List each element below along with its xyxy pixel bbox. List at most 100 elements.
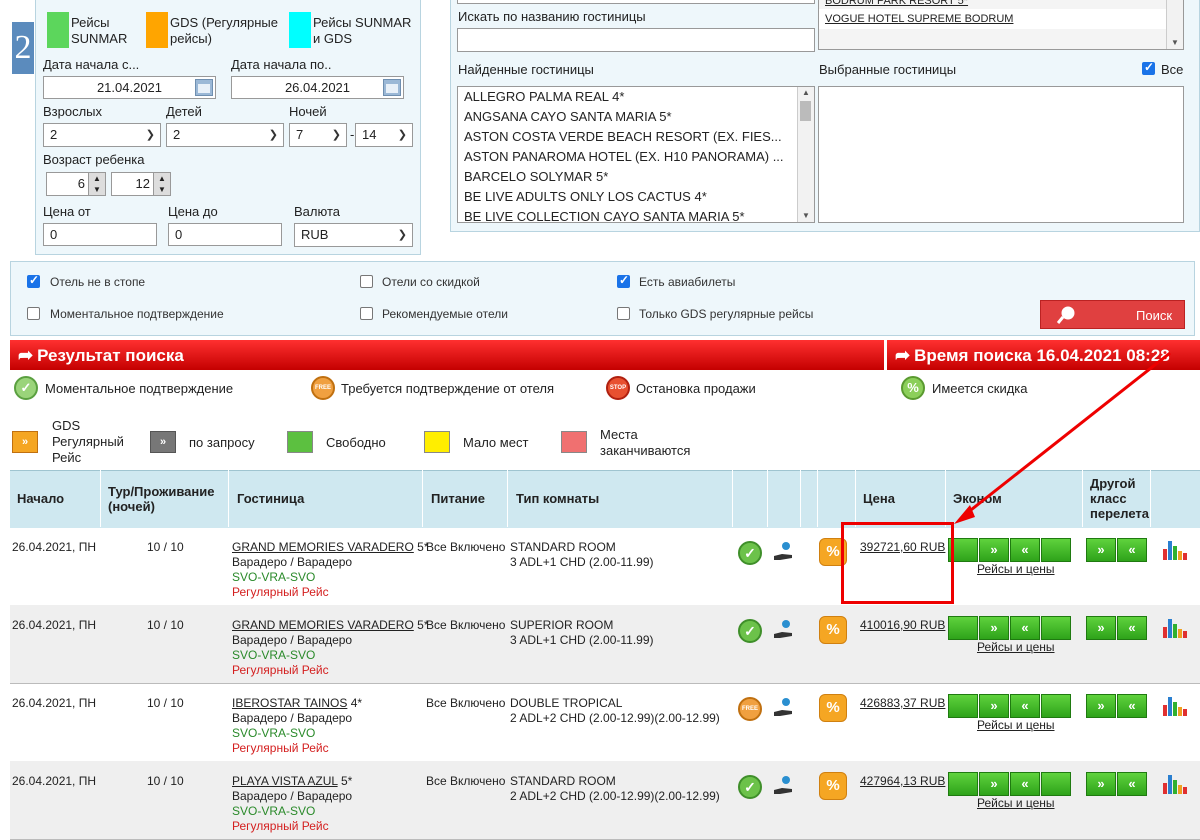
result-bar-title: Результат поиска (37, 346, 184, 365)
flight-option-button[interactable] (1041, 694, 1071, 718)
list-item[interactable]: BARCELO SOLYMAR 5* (458, 167, 814, 187)
other-class-next-button[interactable]: » (1086, 616, 1116, 640)
pax: 3 ADL+1 CHD (2.00-11.99) (510, 633, 654, 647)
nights-to-select[interactable]: 14 ❯ (355, 123, 413, 147)
divider (767, 470, 768, 527)
not-stop-checkbox[interactable] (27, 273, 40, 288)
price-link[interactable]: 410016,90 RUB (860, 618, 945, 632)
gds-only-checkbox[interactable] (617, 307, 630, 320)
recommended-checkbox[interactable] (360, 307, 373, 320)
other-class-prev-button[interactable]: « (1117, 616, 1147, 640)
adults-select[interactable]: 2 ❯ (43, 123, 161, 147)
recommended-label: Рекомендуемые отели (382, 307, 508, 321)
price-cell: 410016,90 RUB (860, 618, 945, 633)
list-item[interactable]: BE LIVE ADULTS ONLY LOS CACTUS 4* (458, 187, 814, 207)
next-flight-button[interactable]: » (979, 694, 1009, 718)
hotel-city: Варадеро / Варадеро (232, 789, 353, 803)
other-class-prev-button[interactable]: « (1117, 538, 1147, 562)
price-link[interactable]: 426883,37 RUB (860, 696, 945, 710)
selected-hotels-list[interactable] (818, 86, 1184, 223)
hotel-link[interactable]: IBEROSTAR TAINOS (232, 696, 347, 710)
instant-checkbox[interactable] (27, 307, 40, 320)
next-flight-button[interactable]: » (979, 616, 1009, 640)
prev-flight-button[interactable]: « (1010, 694, 1040, 718)
hotel-link[interactable]: GRAND MEMORIES VARADERO (232, 540, 414, 554)
bar-chart-icon[interactable] (1162, 693, 1188, 717)
flight-option-button[interactable] (948, 772, 978, 796)
nights-from-select[interactable]: 7 ❯ (289, 123, 347, 147)
list-item[interactable]: BE LIVE COLLECTION CAYO SANTA MARIA 5* (458, 207, 814, 222)
other-class-prev-button[interactable]: « (1117, 694, 1147, 718)
flight-type: Регулярный Рейс (232, 819, 329, 833)
prev-flight-button[interactable]: « (1010, 538, 1040, 562)
list-item[interactable]: ANGSANA CAYO SANTA MARIA 5* (458, 107, 814, 127)
other-class-next-button[interactable]: » (1086, 694, 1116, 718)
annotation-arrow (954, 351, 1171, 524)
hand-money-icon[interactable] (772, 618, 796, 642)
stepper-arrows-icon[interactable]: ▲ ▼ (153, 173, 170, 195)
other-class-next-button[interactable]: » (1086, 538, 1116, 562)
has-tickets-checkbox[interactable] (617, 273, 630, 288)
price-link[interactable]: 427964,13 RUB (860, 774, 945, 788)
scrollbar[interactable]: ▲ ▼ (797, 87, 814, 222)
flights-and-prices-link[interactable]: Рейсы и цены (977, 640, 1055, 655)
scroll-thumb[interactable] (800, 101, 811, 121)
calendar-icon[interactable] (383, 79, 401, 96)
children-select[interactable]: 2 ❯ (166, 123, 284, 147)
hand-money-icon[interactable] (772, 540, 796, 564)
list-item[interactable]: VOGUE HOTEL SUPREME BODRUM (819, 9, 1183, 29)
flights-and-prices-link[interactable]: Рейсы и цены (977, 718, 1055, 733)
flight-option-button[interactable] (948, 694, 978, 718)
hand-money-icon[interactable] (772, 774, 796, 798)
child-age-2-stepper[interactable]: 12 ▲ ▼ (111, 172, 171, 196)
flight-option-button[interactable] (1041, 772, 1071, 796)
prev-flight-button[interactable]: « (1010, 772, 1040, 796)
price-to-input[interactable]: 0 (168, 223, 282, 246)
list-item[interactable]: ASTON COSTA VERDE BEACH RESORT (EX. FIES… (458, 127, 814, 147)
scroll-up-icon[interactable]: ▲ (798, 87, 814, 99)
nights-separator: - (350, 127, 355, 142)
hotel-search-label: Искать по названию гостиницы (458, 9, 646, 24)
flight-option-button[interactable] (1041, 616, 1071, 640)
date-from-field[interactable]: 21.04.2021 (43, 76, 216, 99)
other-class-next-button[interactable]: » (1086, 772, 1116, 796)
scroll-down-icon[interactable]: ▼ (1167, 37, 1183, 49)
calendar-icon[interactable] (195, 79, 213, 96)
flight-option-button[interactable] (948, 616, 978, 640)
stepper-arrows-icon[interactable]: ▲ ▼ (88, 173, 105, 195)
list-item[interactable]: ASTON PANAROMA HOTEL (EX. H10 PANORAMA) … (458, 147, 814, 167)
divider (817, 470, 818, 527)
currency-select[interactable]: RUB ❯ (294, 223, 413, 247)
found-hotels-list[interactable]: ALLEGRO PALMA REAL 4* ANGSANA CAYO SANTA… (457, 86, 815, 223)
top-select-box[interactable] (457, 0, 815, 4)
flight-type: Регулярный Рейс (232, 741, 329, 755)
discount-checkbox[interactable] (360, 275, 373, 288)
divider (732, 470, 733, 527)
hand-money-icon[interactable] (772, 696, 796, 720)
next-flight-button[interactable]: » (979, 538, 1009, 562)
hotel-cell: IBEROSTAR TAINOS 4* Варадеро / Варадеро SV… (232, 696, 362, 756)
all-checkbox[interactable] (1142, 60, 1155, 75)
hotel-search-input[interactable] (457, 28, 815, 52)
bar-chart-icon[interactable] (1162, 537, 1188, 561)
flights-and-prices-link[interactable]: Рейсы и цены (977, 796, 1055, 811)
search-button[interactable]: Поиск (1040, 300, 1185, 329)
prev-flight-button[interactable]: « (1010, 616, 1040, 640)
ending-color-swatch (561, 431, 587, 453)
scroll-down-icon[interactable]: ▼ (798, 210, 814, 222)
selected-top-list[interactable]: BODRUM PARK RESORT 5* VOGUE HOTEL SUPREM… (818, 0, 1184, 50)
flight-option-button[interactable] (1041, 538, 1071, 562)
bar-chart-icon[interactable] (1162, 615, 1188, 639)
scrollbar[interactable]: ▼ (1166, 0, 1183, 49)
other-class-prev-button[interactable]: « (1117, 772, 1147, 796)
list-item[interactable]: ALLEGRO PALMA REAL 4* (458, 87, 814, 107)
child-age-1-stepper[interactable]: 6 ▲ ▼ (46, 172, 106, 196)
flights-and-prices-link[interactable]: Рейсы и цены (977, 562, 1055, 577)
next-flight-button[interactable]: » (979, 772, 1009, 796)
hotel-link[interactable]: PLAYA VISTA AZUL (232, 774, 338, 788)
list-item[interactable]: BODRUM PARK RESORT 5* (819, 0, 1183, 9)
bar-chart-icon[interactable] (1162, 771, 1188, 795)
date-to-field[interactable]: 26.04.2021 (231, 76, 404, 99)
price-from-input[interactable]: 0 (43, 223, 157, 246)
hotel-link[interactable]: GRAND MEMORIES VARADERO (232, 618, 414, 632)
